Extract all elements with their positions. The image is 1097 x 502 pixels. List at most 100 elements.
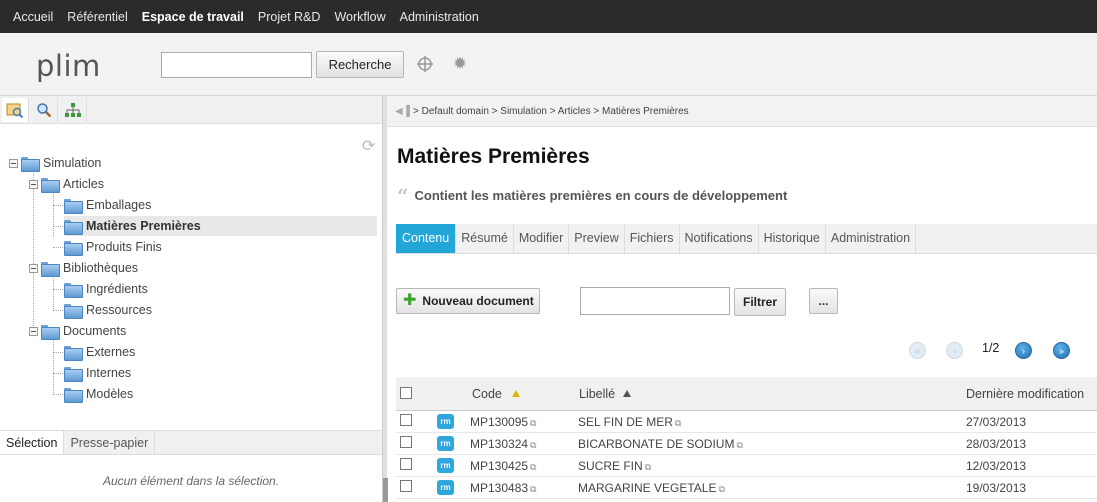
row-code[interactable]: MP130483 ⧉: [470, 481, 536, 495]
tab-administration[interactable]: Administration: [826, 224, 917, 253]
table-row[interactable]: rm MP130425 ⧉ SUCRE FIN ⧉ 12/03/2013: [396, 455, 1097, 477]
external-link-icon: ⧉: [736, 440, 743, 450]
external-link-icon: ⧉: [530, 418, 537, 428]
tab-historique[interactable]: Historique: [759, 224, 826, 253]
main-content: ◀▐ > Default domain > Simulation > Artic…: [387, 96, 1097, 502]
row-libelle[interactable]: SUCRE FIN ⧉: [578, 459, 651, 473]
next-page-icon[interactable]: ›: [1015, 342, 1032, 359]
tree-node-ressources[interactable]: Ressources: [64, 300, 152, 320]
folder-icon: [64, 345, 83, 361]
collapse-toggle-icon[interactable]: [29, 179, 38, 189]
collapse-toggle-icon[interactable]: [29, 263, 38, 273]
tab-fichiers[interactable]: Fichiers: [625, 224, 680, 253]
raw-material-icon: rm: [437, 436, 454, 451]
crosshair-icon[interactable]: [416, 55, 434, 73]
row-code[interactable]: MP130324 ⧉: [470, 437, 536, 451]
tree-node-produits-finis[interactable]: Produits Finis: [64, 237, 162, 257]
row-code[interactable]: MP130095 ⧉: [470, 415, 536, 429]
row-code[interactable]: MP130425 ⧉: [470, 459, 536, 473]
refresh-icon[interactable]: ⟳: [362, 136, 375, 156]
filter-button[interactable]: Filtrer: [734, 288, 786, 316]
app-header: plim Recherche ✹: [0, 33, 1097, 96]
folder-icon: [41, 324, 60, 340]
tab-selection[interactable]: Sélection: [0, 431, 65, 454]
tree-node-documents[interactable]: Documents: [29, 321, 126, 341]
filter-input[interactable]: [580, 287, 730, 315]
folder-icon: [64, 198, 83, 214]
tree-node-modeles[interactable]: Modèles: [64, 384, 133, 404]
collapse-toggle-icon[interactable]: [9, 158, 18, 168]
tree-node-externes[interactable]: Externes: [64, 342, 135, 362]
left-toolbar: [0, 96, 382, 124]
nav-projet-rd[interactable]: Projet R&D: [251, 10, 328, 24]
external-link-icon: ⧉: [674, 418, 682, 428]
tree-node-simulation[interactable]: Simulation: [9, 153, 101, 173]
left-pane: ⟳ Simulation Articles Emballages Matière…: [0, 96, 382, 502]
browse-icon[interactable]: [2, 98, 29, 122]
collapse-toggle-icon[interactable]: [29, 326, 38, 336]
row-libelle[interactable]: BICARBONATE DE SODIUM ⧉: [578, 437, 743, 451]
tab-resume[interactable]: Résumé: [456, 224, 514, 253]
nav-referentiel[interactable]: Référentiel: [60, 10, 134, 24]
column-libelle[interactable]: Libellé: [579, 387, 632, 401]
empty-selection-message: Aucun élément dans la sélection.: [102, 474, 280, 488]
last-page-icon[interactable]: »: [1053, 342, 1070, 359]
folder-icon: [41, 261, 60, 277]
plus-icon: ✚: [403, 292, 417, 309]
tree-node-bibliotheques[interactable]: Bibliothèques: [29, 258, 138, 278]
sort-asc-icon: [511, 390, 520, 397]
column-derniere-modification[interactable]: Dernière modification: [966, 387, 1084, 401]
row-libelle[interactable]: SEL FIN DE MER ⧉: [578, 415, 681, 429]
breadcrumb-path[interactable]: > Default domain > Simulation > Articles…: [413, 106, 689, 117]
column-code[interactable]: Code: [472, 387, 520, 401]
first-page-icon[interactable]: «: [909, 342, 926, 359]
tree-node-articles[interactable]: Articles: [29, 174, 104, 194]
search-button[interactable]: Recherche: [316, 51, 404, 78]
sort-icon: [623, 390, 632, 397]
nav-workflow[interactable]: Workflow: [327, 10, 392, 24]
nav-administration[interactable]: Administration: [393, 10, 486, 24]
row-date: 28/03/2013: [966, 437, 1027, 451]
more-options-button[interactable]: ...: [809, 288, 838, 314]
row-date: 27/03/2013: [966, 415, 1027, 429]
tree-node-internes[interactable]: Internes: [64, 363, 131, 383]
tree-node-ingredients[interactable]: Ingrédients: [64, 279, 148, 299]
hierarchy-icon[interactable]: [60, 98, 87, 122]
nav-accueil[interactable]: Accueil: [6, 10, 60, 24]
table-header: Code Libellé Dernière modification: [396, 377, 1097, 411]
tree-node-matieres-premieres[interactable]: Matières Premières: [64, 216, 377, 236]
page-description: “ Contient les matières premières en cou…: [397, 186, 787, 206]
row-checkbox[interactable]: [400, 458, 412, 470]
row-date: 19/03/2013: [966, 481, 1027, 495]
folder-icon: [64, 387, 83, 403]
tab-notifications[interactable]: Notifications: [680, 224, 759, 253]
folder-icon: [64, 282, 83, 298]
external-link-icon: ⧉: [718, 484, 725, 494]
selection-tabs: Sélection Presse-papier: [0, 430, 382, 455]
row-checkbox[interactable]: [400, 414, 412, 426]
folder-icon: [64, 303, 83, 319]
search-input[interactable]: [161, 52, 312, 78]
search-icon[interactable]: [31, 98, 58, 122]
row-libelle[interactable]: MARGARINE VEGETALE ⧉: [578, 481, 725, 495]
breadcrumb-icon[interactable]: ◀▐: [395, 106, 410, 117]
nav-espace-de-travail[interactable]: Espace de travail: [135, 10, 251, 24]
new-document-label: Nouveau document: [422, 294, 534, 308]
new-document-button[interactable]: ✚ Nouveau document: [396, 288, 540, 314]
tab-contenu[interactable]: Contenu: [396, 224, 457, 253]
select-all-checkbox[interactable]: [400, 387, 412, 399]
previous-page-icon[interactable]: ‹: [946, 342, 963, 359]
tab-presse-papier[interactable]: Presse-papier: [64, 431, 156, 454]
tab-modifier[interactable]: Modifier: [514, 224, 570, 253]
table-row[interactable]: rm MP130483 ⧉ MARGARINE VEGETALE ⧉ 19/03/2…: [396, 477, 1097, 499]
row-checkbox[interactable]: [400, 436, 412, 448]
folder-icon: [64, 366, 83, 382]
table-row[interactable]: rm MP130095 ⧉ SEL FIN DE MER ⧉ 27/03/2013: [396, 411, 1097, 433]
tab-preview[interactable]: Preview: [569, 224, 625, 253]
top-navigation: Accueil Référentiel Espace de travail Pr…: [0, 0, 1097, 33]
row-checkbox[interactable]: [400, 480, 412, 492]
table-row[interactable]: rm MP130324 ⧉ BICARBONATE DE SODIUM ⧉ 28/0…: [396, 433, 1097, 455]
tree-node-emballages[interactable]: Emballages: [64, 195, 151, 215]
breadcrumb: ◀▐ > Default domain > Simulation > Artic…: [387, 96, 1097, 127]
gear-icon[interactable]: ✹: [451, 55, 469, 73]
